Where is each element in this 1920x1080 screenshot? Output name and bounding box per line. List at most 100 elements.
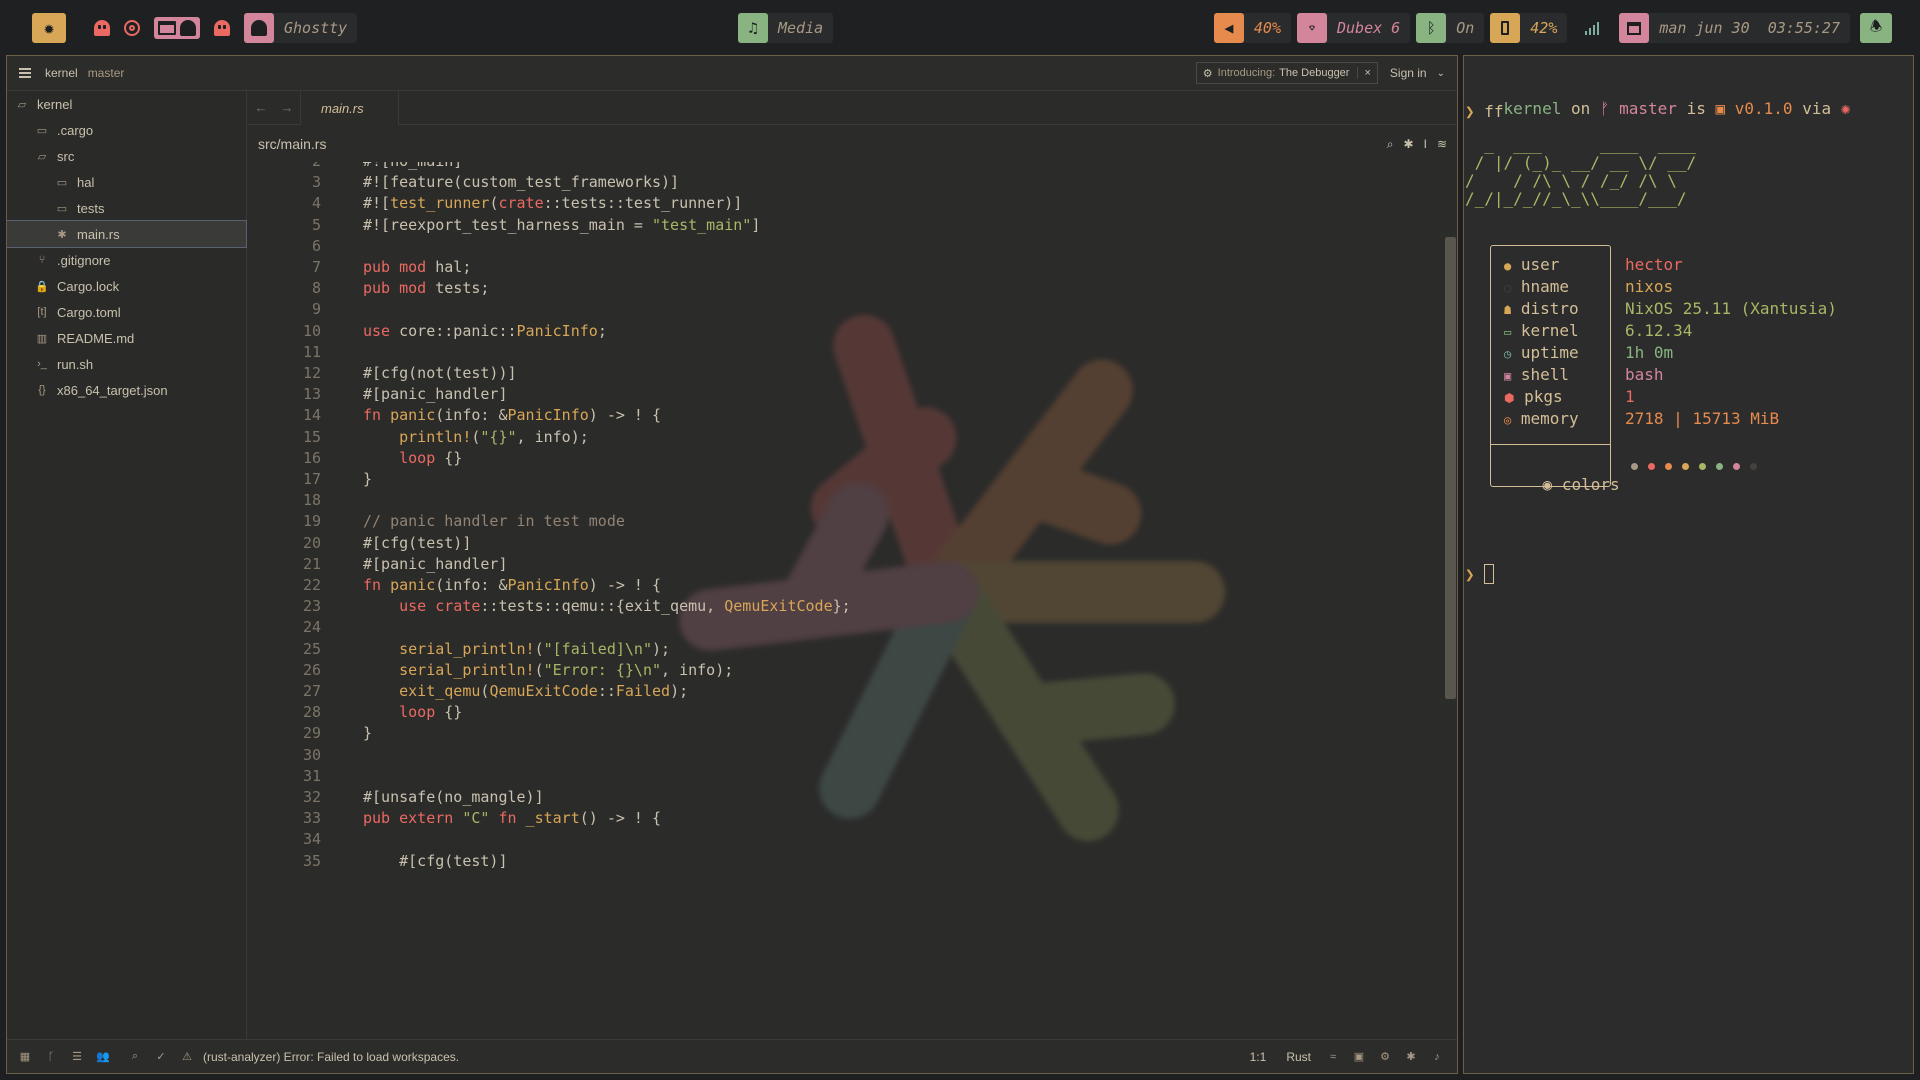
palette-icon: ◉	[1542, 475, 1553, 494]
prompt-dir: kernel	[1503, 99, 1562, 118]
ascii-line: / |/ (_)_ __/ __ \/ __/	[1465, 153, 1697, 172]
prompt-on: on	[1570, 99, 1591, 118]
collab-icon[interactable]: 👥	[95, 1049, 111, 1065]
volume-pill[interactable]: ◀ 40%	[1213, 13, 1291, 43]
branch-name[interactable]: master	[88, 66, 125, 80]
tree-item[interactable]: ▱ src	[7, 143, 246, 169]
breadcrumb-path[interactable]: src/main.rs	[258, 136, 326, 152]
battery-icon	[1501, 21, 1510, 35]
tree-item[interactable]: [t] Cargo.toml	[7, 299, 246, 325]
tab-main-rs[interactable]: main.rs	[300, 91, 399, 125]
notification-button[interactable]: 🕭	[1860, 13, 1892, 43]
diagnostics-icon[interactable]: ≈	[1325, 1049, 1341, 1065]
tree-item[interactable]: ▥ README.md	[7, 325, 246, 351]
hamburger-icon[interactable]	[19, 68, 31, 78]
palette-dot	[1682, 463, 1689, 470]
battery-pill[interactable]: 42%	[1490, 13, 1568, 43]
active-window-label: Ghostty	[284, 19, 348, 37]
ghost-icon[interactable]	[214, 20, 230, 36]
tree-item[interactable]: 🔒 Cargo.lock	[7, 273, 246, 299]
project-name[interactable]: kernel	[45, 66, 78, 80]
line-number: 15	[302, 427, 321, 446]
terminal-icon[interactable]: ▣	[1351, 1049, 1367, 1065]
tree-item[interactable]: {} x86_64_target.json	[7, 377, 246, 403]
tree-item-label: hal	[77, 174, 95, 190]
target-icon[interactable]	[124, 20, 140, 36]
signal-icon[interactable]	[1585, 21, 1600, 35]
cursor-position[interactable]: 1:1	[1250, 1050, 1267, 1064]
sliders-icon[interactable]: ≋	[1437, 137, 1447, 151]
project-panel: ▱ kernel ▭ .cargo ▱ src ▭ hal ▭ tests ✱ main.rs ⑂ .gi…	[7, 91, 247, 1041]
code-line: fn panic(info: &PanicInfo) -> ! {	[363, 406, 662, 425]
line-number: 27	[302, 682, 321, 700]
active-window-pill[interactable]: Ghostty	[244, 13, 358, 43]
tree-item[interactable]: ▭ hal	[7, 169, 246, 195]
sign-in-button[interactable]: Sign in	[1390, 66, 1427, 80]
code-line: }	[363, 724, 373, 743]
scrollbar-thumb[interactable]	[1445, 237, 1456, 699]
code-line: fn panic(info: &PanicInfo) -> ! {	[363, 576, 662, 594]
terminal-window[interactable]: kernel on ᚠ master is ▣ v0.1.0 via ✺ ❯ f…	[1463, 55, 1914, 1074]
tree-item-label: main.rs	[77, 226, 120, 242]
git-branch-icon[interactable]: ᚴ	[43, 1049, 59, 1065]
close-icon[interactable]: ×	[1357, 67, 1371, 79]
bell-icon[interactable]: ♪	[1429, 1049, 1445, 1065]
line-number: 13	[302, 385, 321, 404]
code-area[interactable]: 2 #![no_main] 3 #![feature(custom_test_fram…	[248, 162, 1444, 1041]
sparkle-icon[interactable]: ✱	[1404, 137, 1414, 151]
code-line: use core::panic::PanicInfo;	[363, 321, 607, 340]
ascii-line: _ ___ ____ ____	[1465, 135, 1697, 154]
window-workspace-active[interactable]	[154, 17, 200, 39]
tree-item-label: Cargo.toml	[57, 304, 121, 320]
line-number: 7	[311, 258, 321, 276]
scrollbar[interactable]	[1444, 162, 1457, 1041]
tree-item[interactable]: ▭ .cargo	[7, 117, 246, 143]
info-row: ▭ kernel	[1504, 321, 1579, 340]
language-selector[interactable]: Rust	[1286, 1050, 1311, 1064]
line-number: 30	[302, 745, 321, 764]
info-row: ◎ memory	[1504, 409, 1579, 428]
line-number: 2	[248, 162, 321, 170]
colors-label: colors	[1561, 475, 1620, 494]
tree-item[interactable]: ›_ run.sh	[7, 351, 246, 377]
back-arrow-icon[interactable]: ←	[248, 91, 274, 124]
breadcrumb: src/main.rs ⌕ ✱ I ≋	[248, 126, 1457, 162]
chevron-down-icon[interactable]: ⌄	[1437, 68, 1445, 79]
debugger-banner[interactable]: ⚙ Introducing: The Debugger ×	[1195, 62, 1378, 84]
media-pill[interactable]: ♫ Media	[737, 13, 834, 43]
ghost-icon[interactable]	[94, 20, 110, 36]
outline-icon[interactable]: ☰	[69, 1049, 85, 1065]
code-line: #[panic_handler]	[363, 385, 508, 404]
code-line: pub extern "C" fn _start() -> ! {	[363, 809, 662, 828]
tree-item-label: Cargo.lock	[57, 278, 120, 294]
text-cursor-icon[interactable]: I	[1424, 137, 1427, 151]
palette-dot	[1733, 463, 1740, 470]
project-panel-icon[interactable]: ▦	[17, 1049, 33, 1065]
ghost-icon	[180, 20, 196, 36]
forward-arrow-icon[interactable]: →	[274, 91, 300, 124]
bluetooth-pill[interactable]: ᛒ On	[1416, 13, 1485, 43]
debug-icon[interactable]: ⚙	[1377, 1049, 1393, 1065]
assistant-icon[interactable]: ✱	[1403, 1049, 1419, 1065]
search-icon[interactable]: ⌕	[127, 1049, 143, 1065]
wifi-pill[interactable]: ⌔ Dubex 6	[1297, 13, 1411, 43]
prompt-is: is	[1686, 99, 1706, 118]
check-icon[interactable]: ✓	[153, 1049, 169, 1065]
line-number: 19	[302, 512, 321, 531]
tree-item[interactable]: ▱ kernel	[7, 91, 246, 117]
line-number: 10	[302, 321, 321, 340]
warning-icon[interactable]: ⚠	[179, 1049, 195, 1065]
palette-dot	[1631, 463, 1638, 470]
terminal-icon: ›_	[37, 358, 47, 370]
info-value: hector	[1625, 255, 1683, 274]
tree-item[interactable]: ⑂ .gitignore	[7, 247, 246, 273]
clock-pill[interactable]: man jun 30 03:55:27	[1619, 13, 1850, 43]
search-icon[interactable]: ⌕	[1387, 137, 1394, 152]
launcher-button[interactable]: ✹	[32, 13, 66, 43]
tree-item[interactable]: ▭ tests	[7, 195, 246, 221]
tree-item[interactable]: ✱ main.rs	[7, 220, 247, 248]
status-message[interactable]: (rust-analyzer) Error: Failed to load wo…	[203, 1050, 459, 1064]
line-number: 34	[302, 830, 321, 849]
input-line[interactable]: ❯	[1465, 564, 1495, 584]
code-line: #![feature(custom_test_frameworks)]	[363, 173, 680, 192]
